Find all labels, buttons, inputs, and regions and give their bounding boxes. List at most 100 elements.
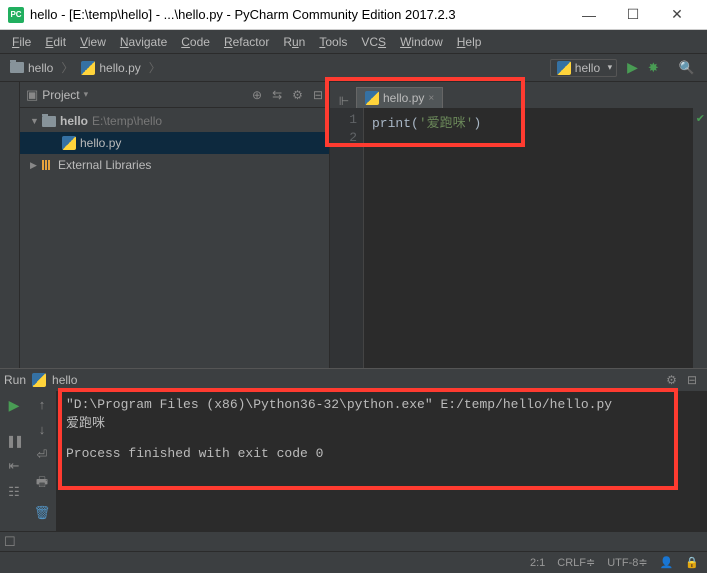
code-token: ( — [411, 116, 419, 131]
status-bar: 2:1 CRLF≑ UTF-8≑ 👤 🔒 — [0, 551, 707, 573]
exit-icon[interactable]: ⇤ — [9, 458, 20, 474]
pause-button[interactable]: ❚❚ — [6, 434, 22, 448]
python-file-icon — [62, 136, 76, 150]
run-hide-icon[interactable]: ⊟ — [687, 373, 697, 387]
tab-prev-icon[interactable]: ⊩ — [336, 94, 352, 108]
breadcrumb-file[interactable]: hello.py — [75, 61, 146, 75]
menu-window[interactable]: Window — [394, 33, 449, 51]
run-left-toolbar-2: ↑ ↓ ⏎ 🖶 🗑 — [28, 391, 56, 531]
dropdown-icon[interactable]: ▾ — [84, 89, 89, 100]
tree-external-libraries[interactable]: ▶ External Libraries — [20, 154, 329, 176]
folder-icon — [42, 116, 56, 127]
sidebar-header: ▣ Project ▾ ⊕ ⇆ ⚙ ⊟ — [20, 82, 329, 108]
close-button[interactable]: ✕ — [655, 1, 699, 29]
bottom-tool-strip: ☐ — [0, 531, 707, 551]
hide-icon[interactable]: ⊟ — [313, 88, 323, 102]
menu-help[interactable]: Help — [451, 33, 488, 51]
minimize-button[interactable]: — — [567, 1, 611, 29]
output-line: Process finished with exit code 0 — [66, 446, 323, 461]
menu-view[interactable]: View — [74, 33, 112, 51]
editor: ⊩ hello.py × 1 2 print('爱跑咪') ✔ — [330, 82, 707, 368]
output-line: "D:\Program Files (x86)\Python36-32\pyth… — [66, 397, 612, 412]
lock-icon[interactable]: 🔒 — [685, 556, 699, 569]
run-settings-icon[interactable]: ⚙ — [666, 373, 677, 387]
run-tool-window: Run hello ⚙ ⊟ ▶ ❚❚ ⇤ ☷ ↑ ↓ ⏎ 🖶 🗑 "D:\Pro… — [0, 368, 707, 531]
debug-button[interactable]: ✸ — [648, 60, 659, 76]
libraries-icon — [42, 159, 54, 171]
sidebar-title: Project — [42, 88, 79, 102]
chevron-right-icon: 〉 — [149, 59, 161, 76]
caret-position[interactable]: 2:1 — [530, 557, 545, 569]
code-token: '爱跑咪' — [419, 116, 474, 131]
tool-windows-icon[interactable]: ☐ — [4, 534, 16, 550]
expand-arrow-icon[interactable]: ▶ — [30, 160, 38, 171]
project-sidebar: ▣ Project ▾ ⊕ ⇆ ⚙ ⊟ ▼ hello E:\temp\hell… — [20, 82, 330, 368]
code-content[interactable]: print('爱跑咪') — [364, 108, 693, 368]
tree-file-item[interactable]: hello.py — [20, 132, 329, 154]
collapse-all-icon[interactable]: ⊕ — [252, 88, 262, 102]
breadcrumb-project-label: hello — [28, 61, 53, 75]
clear-icon[interactable]: 🗑 — [34, 505, 51, 521]
line-number: 2 — [330, 130, 357, 148]
line-gutter: 1 2 — [330, 108, 364, 368]
window-title: hello - [E:\temp\hello] - ...\hello.py -… — [30, 7, 567, 22]
menubar: File Edit View Navigate Code Refactor Ru… — [0, 30, 707, 54]
run-output[interactable]: "D:\Program Files (x86)\Python36-32\pyth… — [56, 391, 707, 531]
file-encoding[interactable]: UTF-8≑ — [607, 556, 647, 569]
tree-project-name: hello — [60, 114, 88, 128]
dump-threads-icon[interactable]: ☷ — [8, 484, 20, 500]
scroll-to-source-icon[interactable]: ⇆ — [272, 88, 282, 102]
python-file-icon — [81, 61, 95, 75]
project-tree: ▼ hello E:\temp\hello hello.py ▶ Externa… — [20, 108, 329, 178]
project-view-icon: ▣ — [26, 87, 38, 103]
tree-project-path: E:\temp\hello — [92, 114, 162, 128]
python-file-icon — [557, 61, 571, 75]
code-area[interactable]: 1 2 print('爱跑咪') ✔ — [330, 108, 707, 368]
menu-edit[interactable]: Edit — [39, 33, 72, 51]
menu-tools[interactable]: Tools — [313, 33, 353, 51]
main-area: ▣ Project ▾ ⊕ ⇆ ⚙ ⊟ ▼ hello E:\temp\hell… — [0, 82, 707, 368]
output-line: 爱跑咪 — [66, 416, 105, 431]
down-icon[interactable]: ↓ — [39, 422, 46, 437]
app-icon: PC — [8, 7, 24, 23]
menu-code[interactable]: Code — [175, 33, 216, 51]
run-header-config: hello — [52, 373, 77, 387]
close-tab-icon[interactable]: × — [428, 93, 434, 104]
menu-file[interactable]: File — [6, 33, 37, 51]
search-button[interactable]: 🔍 — [679, 60, 695, 76]
print-icon[interactable]: 🖶 — [36, 473, 48, 495]
titlebar: PC hello - [E:\temp\hello] - ...\hello.p… — [0, 0, 707, 30]
editor-tab-label: hello.py — [383, 91, 424, 105]
inspection-ok-icon: ✔ — [696, 112, 705, 125]
rerun-button[interactable]: ▶ — [9, 397, 20, 414]
code-token: ) — [473, 116, 481, 131]
run-button[interactable]: ▶ — [627, 59, 638, 76]
expand-arrow-icon[interactable]: ▼ — [30, 116, 38, 126]
inspection-icon[interactable]: 👤 — [660, 556, 674, 569]
left-tool-strip[interactable] — [0, 82, 20, 368]
maximize-button[interactable]: ☐ — [611, 1, 655, 29]
tree-file-label: hello.py — [80, 136, 121, 150]
chevron-right-icon: 〉 — [61, 59, 73, 76]
up-icon[interactable]: ↑ — [39, 397, 46, 412]
tree-project-root[interactable]: ▼ hello E:\temp\hello — [20, 110, 329, 132]
settings-icon[interactable]: ⚙ — [292, 88, 303, 102]
navigation-bar: hello 〉 hello.py 〉 hello ▶ ✸ 🔍 — [0, 54, 707, 82]
breadcrumb-file-label: hello.py — [99, 61, 140, 75]
python-file-icon — [32, 373, 46, 387]
run-config-label: hello — [575, 61, 600, 75]
run-header: Run hello ⚙ ⊟ — [0, 369, 707, 391]
run-config-selector[interactable]: hello — [550, 59, 617, 77]
line-separator[interactable]: CRLF≑ — [557, 556, 595, 569]
menu-run[interactable]: Run — [277, 33, 311, 51]
breadcrumb-project[interactable]: hello — [4, 61, 59, 75]
run-body: ▶ ❚❚ ⇤ ☷ ↑ ↓ ⏎ 🖶 🗑 "D:\Program Files (x8… — [0, 391, 707, 531]
menu-navigate[interactable]: Navigate — [114, 33, 173, 51]
python-file-icon — [365, 91, 379, 105]
menu-vcs[interactable]: VCS — [355, 33, 392, 51]
soft-wrap-icon[interactable]: ⏎ — [37, 447, 48, 463]
marker-gutter — [693, 108, 707, 368]
code-token: print — [372, 116, 411, 131]
menu-refactor[interactable]: Refactor — [218, 33, 275, 51]
editor-tab[interactable]: hello.py × — [356, 87, 443, 108]
